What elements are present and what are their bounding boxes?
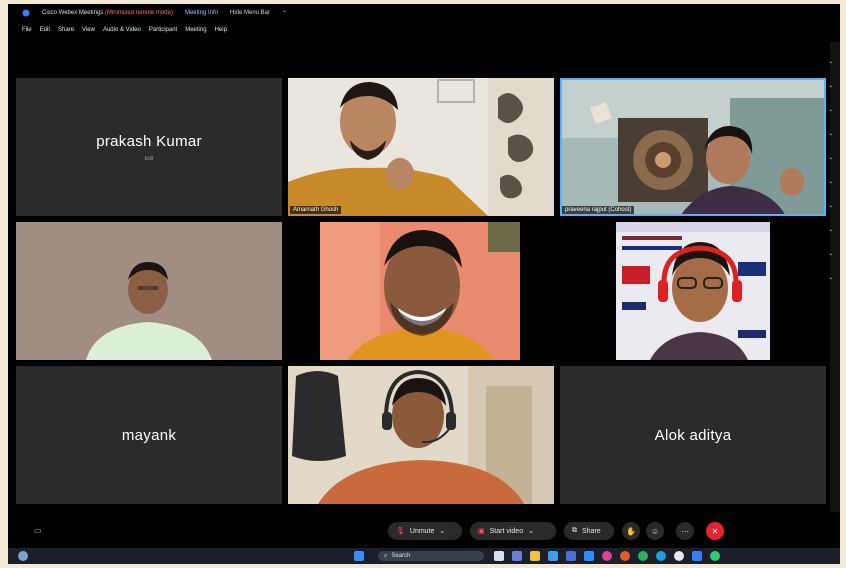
participant-tile[interactable]: Alok aditya (560, 366, 826, 504)
webex-logo-icon (22, 9, 30, 17)
participant-tile[interactable] (288, 366, 554, 504)
participant-tile[interactable]: mayank (16, 366, 282, 504)
title-bar: Cisco Webex Meetings (Minimized remote m… (8, 4, 840, 22)
participant-name: Alok aditya (654, 426, 732, 444)
start-video-button[interactable]: ▣ Start video ⌄ (470, 522, 556, 540)
chevron-down-icon[interactable]: ⌄ (439, 527, 445, 535)
participant-tile[interactable] (16, 222, 282, 360)
participant-video (288, 78, 554, 216)
task-view-icon[interactable] (494, 551, 504, 561)
side-panel-item: ▪ (830, 276, 832, 282)
side-panel[interactable]: ▪ ▪ ▪ ▪ ▪ ▪ ▪ ▪ ▪ ▪ (830, 42, 840, 512)
whatsapp-icon[interactable] (710, 551, 720, 561)
participant-tile-active-speaker[interactable]: praveena rajput (Cohost) (560, 78, 826, 216)
windows-taskbar: ⌕ Search (8, 548, 840, 564)
menu-audio-video[interactable]: Audio & Video (103, 27, 141, 33)
menu-edit[interactable]: Edit (40, 27, 50, 33)
microphone-muted-icon: 🎙 (396, 528, 405, 535)
menu-participant[interactable]: Participant (149, 27, 177, 33)
edge-icon[interactable] (656, 551, 666, 561)
participant-name: mayank (121, 426, 177, 444)
meeting-info-button[interactable]: Meeting Info (185, 10, 218, 16)
chrome-icon[interactable] (674, 551, 684, 561)
start-video-label: Start video (489, 527, 524, 535)
search-label: Search (391, 553, 411, 559)
chevron-down-icon[interactable]: ⌄ (528, 527, 534, 535)
reactions-icon[interactable]: ☺ (646, 522, 664, 540)
participant-video (560, 222, 826, 360)
captions-icon[interactable]: ▭ (34, 526, 42, 535)
participant-name: prakash Kumar (96, 132, 202, 150)
side-panel-item: ▪ (830, 228, 832, 234)
more-options-icon[interactable]: ⋯ (676, 522, 694, 540)
unmute-button[interactable]: 🎙 Unmute ⌄ (388, 522, 462, 540)
store-icon[interactable] (566, 551, 576, 561)
side-panel-item: ▪ (830, 156, 832, 162)
menu-view[interactable]: View (82, 27, 95, 33)
browser-icon[interactable] (548, 551, 558, 561)
share-screen-icon: ⧉ (572, 527, 577, 534)
instagram-icon[interactable] (602, 551, 612, 561)
file-explorer-icon[interactable] (530, 551, 540, 561)
participant-video (16, 222, 282, 360)
side-panel-item: ▪ (830, 60, 832, 66)
menu-file[interactable]: File (22, 27, 32, 33)
participant-subtitle: Edit (144, 155, 154, 162)
xbox-icon[interactable] (638, 551, 648, 561)
webex-taskbar-icon[interactable] (692, 551, 702, 561)
window-title: Cisco Webex Meetings (Minimized remote m… (42, 10, 173, 16)
side-panel-item: ▪ (830, 132, 832, 138)
share-label: Share (582, 527, 601, 535)
search-icon: ⌕ (384, 552, 388, 559)
participant-name: Amarnath Ghosh (290, 206, 342, 214)
chat-app-icon[interactable] (512, 551, 522, 561)
chevron-up-icon[interactable]: ⌃ (282, 10, 287, 17)
app-icon[interactable] (620, 551, 630, 561)
participant-tile[interactable] (560, 222, 826, 360)
side-panel-item: ▪ (830, 204, 832, 210)
participant-video (288, 222, 554, 360)
video-off-icon: ▣ (478, 528, 485, 535)
menu-bar: File Edit Share View Audio & Video Parti… (8, 23, 840, 37)
participant-tile[interactable] (288, 222, 554, 360)
menu-help[interactable]: Help (215, 27, 227, 33)
taskbar-search[interactable]: ⌕ Search (378, 551, 484, 561)
share-button[interactable]: ⧉ Share (564, 522, 614, 540)
side-panel-item: ▪ (830, 252, 832, 258)
unmute-label: Unmute (409, 527, 435, 535)
participant-video (288, 366, 554, 504)
menu-meeting[interactable]: Meeting (185, 27, 206, 33)
windows-start-icon[interactable] (354, 551, 364, 561)
participant-video (560, 78, 826, 216)
side-panel-item: ▪ (830, 84, 832, 90)
participant-tile[interactable]: Amarnath Ghosh (288, 78, 554, 216)
meeting-controls: ▭ 🎙 Unmute ⌄ ▣ Start video ⌄ ⧉ Share ✋ ☺… (8, 516, 840, 546)
weather-icon[interactable] (18, 551, 28, 561)
participant-tile[interactable]: prakash Kumar Edit (16, 78, 282, 216)
side-panel-item: ▪ (830, 180, 832, 186)
side-panel-item: ▪ (830, 108, 832, 114)
hide-menu-bar-button[interactable]: Hide Menu Bar (230, 10, 270, 16)
leave-meeting-icon[interactable]: ✕ (706, 522, 724, 540)
webex-window: Cisco Webex Meetings (Minimized remote m… (8, 4, 840, 564)
mail-icon[interactable] (584, 551, 594, 561)
menu-share[interactable]: Share (58, 27, 74, 33)
hand-raise-icon[interactable]: ✋ (622, 522, 640, 540)
video-grid: prakash Kumar Edit Amarnath Ghosh pravee… (16, 78, 828, 504)
participant-name: praveena rajput (Cohost) (562, 206, 635, 214)
